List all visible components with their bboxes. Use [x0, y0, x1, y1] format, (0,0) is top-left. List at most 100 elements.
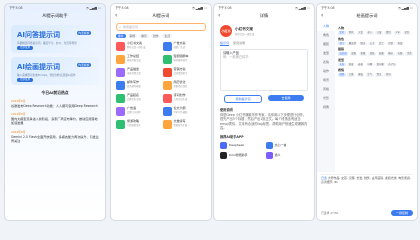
tag-chip[interactable]: 少女 [356, 31, 365, 35]
copy-all-button[interactable]: 一键复制 [390, 210, 413, 216]
tag-chip[interactable]: 老人 [365, 31, 374, 35]
tab-prompt[interactable]: 提示词 [220, 41, 230, 46]
sidebar-category[interactable]: 光影 [317, 94, 335, 103]
qa-prompt-card[interactable]: AI问答提示词 内置模板 海量精选问答提示词，覆盖学习、办公、生活等场景 立即使… [11, 25, 99, 53]
tab-usage[interactable]: 使用说明 [233, 41, 245, 46]
tag-chip[interactable]: 骑士 [338, 41, 346, 46]
sidebar-category[interactable]: 服装 [317, 40, 335, 49]
draw-card-button[interactable]: 立即使用 [17, 78, 33, 82]
tag-chip[interactable]: 卷发 [356, 62, 365, 67]
tag-chip[interactable]: 少年 [393, 31, 402, 35]
tag-chip[interactable]: 汉服 [349, 52, 358, 56]
tag-chip[interactable]: 哭泣 [375, 73, 383, 77]
tag-chip[interactable]: 卫衣 [405, 52, 414, 56]
prompt-item[interactable]: 旅游攻略 行程规划助手 [116, 120, 160, 130]
prompt-item-text: 论文大纲 学术写作辅助 [174, 107, 188, 114]
prompt-item[interactable]: 简历优化 求职简历润色 [162, 81, 207, 91]
ai-app-item[interactable]: Kimi智能助手 [220, 151, 263, 159]
sidebar-category[interactable]: 人物 [317, 22, 335, 31]
sidebar-category[interactable]: 风格 [317, 85, 335, 94]
prompt-item-icon [116, 68, 125, 78]
tag-chip[interactable]: 忍者 [386, 41, 395, 46]
tag-chip[interactable]: 西装 [368, 52, 377, 56]
back-icon[interactable]: ‹ [321, 11, 323, 21]
category-tab[interactable]: 职场 [127, 34, 138, 39]
tag-chip[interactable]: 公主 [368, 41, 377, 46]
prompt-item-subtitle: 活动策划助手 [173, 71, 188, 75]
tag-chip[interactable]: 天使 [396, 41, 404, 46]
nav-bar: ‹ AI提示词 [111, 11, 211, 21]
prompt-item[interactable]: 文章续写 智能续写扩展 [162, 120, 207, 130]
tag-chip[interactable]: 魔法师 [347, 41, 358, 46]
search-input[interactable]: ⌕ 搜索提示词 [116, 23, 206, 31]
tag-chip[interactable]: 女孩 [338, 31, 346, 35]
go-use-button[interactable]: 去使用 [268, 95, 304, 101]
tag-chip[interactable]: 微笑 [338, 73, 346, 77]
tag-chip[interactable]: 短发 [347, 62, 356, 67]
category-tab[interactable]: 生活 [162, 34, 173, 39]
prompt-item[interactable]: 工作总结 周报月报生成 [116, 55, 160, 65]
prompt-item[interactable]: 营销方案 活动策划助手 [162, 68, 207, 78]
tag-chip[interactable]: 校服 [377, 52, 386, 56]
tag-chip[interactable]: 生气 [365, 73, 374, 77]
prompt-item[interactable]: 诗词创作 古风诗词生成 [162, 94, 207, 104]
tag-chip[interactable]: 马尾 [365, 62, 374, 67]
prompt-item[interactable]: 小红书文案 种草文案一键生成 [116, 42, 160, 52]
copy-prompt-button[interactable]: 复制提示词 [224, 95, 262, 103]
prompt-item[interactable]: 短视频脚本 爆款脚本创作 [162, 55, 207, 65]
news-item[interactable]: 2024年8月 国内大模型竞争进入新阶段，多家厂商宣布降价，推动应用落地加速发展 [11, 112, 99, 125]
prompt-item[interactable]: 广告文案 吸睛广告语 [162, 42, 207, 52]
tag-chip[interactable]: 大笑 [347, 73, 356, 77]
prompt-item-icon [162, 81, 172, 91]
tag-chip[interactable]: 长发 [338, 62, 346, 67]
tag-chip[interactable]: 儿童 [375, 31, 383, 35]
prompt-item[interactable]: 产品起名 品牌命名灵感 [116, 94, 160, 104]
product-input[interactable]: 请输入产品 例：一款美白精华 [220, 49, 308, 91]
tag-chip[interactable]: 精灵 [358, 41, 367, 46]
ai-app-item[interactable]: 通义 [265, 151, 309, 159]
sidebar-category[interactable]: 表情 [317, 58, 335, 67]
ai-app-list: DeepSeek 文心一言 Kimi智能助手 通义 [220, 141, 309, 159]
prompt-item[interactable]: 产品描述 电商详情文案 [116, 68, 160, 78]
prompt-item[interactable]: 论文大纲 学术写作辅助 [162, 107, 207, 117]
sidebar-category[interactable]: 视角 [317, 103, 335, 112]
tag-list: 骑士 魔法师 精灵 公主 武士 忍者 天使 [338, 41, 414, 46]
tag-chip[interactable]: 美女 [402, 31, 411, 35]
sidebar-category[interactable]: 发型 [317, 49, 335, 58]
prompt-item-text: 邮件写作 商务邮件模板 [127, 81, 141, 88]
draw-prompt-card[interactable]: AI绘画提示词 内置模板 输入需求即可生成Prompt，轻松创作高质量AI画作 … [11, 57, 99, 85]
nav-bar: ‹ 绘画提示词 [317, 11, 417, 21]
tag-chip[interactable]: 武士 [377, 41, 386, 46]
back-icon[interactable]: ‹ [115, 11, 117, 21]
tag-chip[interactable]: 情侣 [384, 31, 393, 35]
prompt-item-text: 营销方案 活动策划助手 [174, 68, 188, 75]
tag-chip[interactable]: 丸子头 [386, 62, 397, 67]
qa-card-subtitle: 海量精选问答提示词，覆盖学习、办公、生活等场景 [17, 42, 77, 45]
search-placeholder: 搜索提示词 [123, 25, 139, 29]
category-tab[interactable]: 教育 [139, 34, 149, 39]
ai-app-item[interactable]: DeepSeek [220, 141, 263, 149]
prompt-grid: 小红书文案 种草文案一键生成 广告文案 吸睛广告语 工作总结 周报月报生成 短视频脚本 爆款脚… [116, 42, 207, 130]
tag-chip[interactable]: 和服 [358, 52, 367, 56]
tag-chip[interactable]: 婚纱 [386, 52, 395, 56]
back-icon[interactable]: ‹ [218, 11, 220, 21]
sidebar-category[interactable]: 角色 [317, 31, 335, 40]
prompt-item-subtitle: 学术写作辅助 [173, 110, 188, 114]
sidebar-category[interactable]: 动作 [317, 67, 335, 76]
category-tab[interactable]: 创作 [150, 34, 161, 39]
sidebar-category[interactable]: 场景 [317, 76, 335, 85]
news-item[interactable]: 2024年8月 Gemini 2.0 Flash全面开放使用，多模态能力再次提升… [11, 130, 99, 143]
tag-chip[interactable]: 惊讶 [384, 73, 393, 77]
tag-chip[interactable]: 男孩 [347, 31, 356, 35]
prompt-item[interactable]: 邮件写作 商务邮件模板 [116, 81, 160, 91]
qa-card-button[interactable]: 立即使用 [17, 46, 33, 50]
category-tab[interactable]: 推荐 [116, 34, 126, 39]
tag-chip[interactable]: 双马尾 [375, 62, 386, 67]
tag-chip[interactable]: 害羞 [356, 73, 365, 77]
prompt-item[interactable]: 广告语 品牌口号创作 [116, 107, 160, 117]
news-item[interactable]: 2024年8月 谷歌发布Deep Research功能：人人都可使用Deep R… [11, 99, 99, 108]
ai-app-item[interactable]: 文心一言 [265, 141, 309, 149]
tag-chip[interactable]: 礼服 [396, 52, 404, 56]
usage-block: 使用说明 你是Deep 小红书爆款写作专家，请你用以下步骤进行创作，首先产出5个… [220, 107, 308, 131]
tag-chip[interactable]: 连衣裙 [338, 52, 349, 56]
